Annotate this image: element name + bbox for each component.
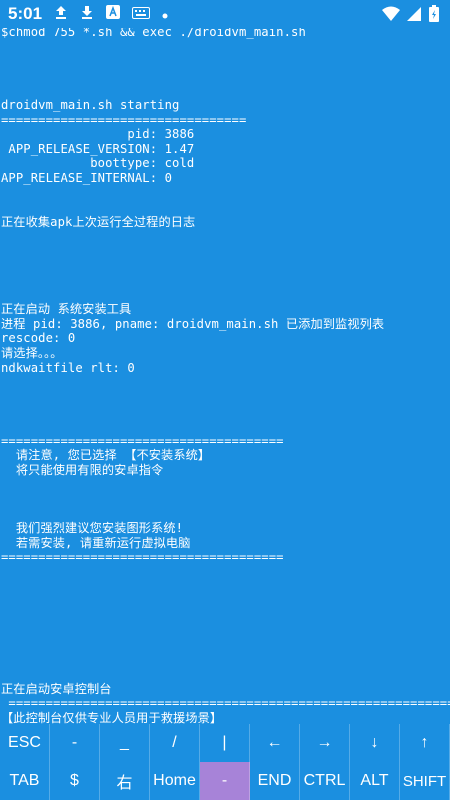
status-right-icons [382, 5, 440, 28]
terminal-line: ========================================… [1, 696, 450, 711]
terminal-line: 我们强烈建议您安装图形系统! [1, 521, 184, 536]
terminal-line: 正在启动安卓控制台 [1, 681, 112, 696]
terminal-line: ================================= [1, 112, 247, 127]
key-home[interactable]: Home [150, 762, 200, 800]
terminal-line: rescode: 0 [1, 331, 76, 346]
wifi-icon [382, 6, 400, 27]
cell-signal-icon [406, 6, 422, 27]
terminal-line: boottype: cold [1, 156, 195, 171]
status-time: 5:01 [8, 4, 43, 23]
key-underscore[interactable]: _ [100, 724, 150, 762]
status-bar: 5:01 [0, 0, 450, 28]
terminal-line: droidvm_main.sh starting [1, 97, 180, 112]
extra-keys-bar: ESC - _ / | ← → ↓ ↑ TAB $ 右 Home - END C… [0, 724, 450, 800]
download-arrow-icon [80, 4, 94, 24]
terminal-line: ndkwaitfile rlt: 0 [1, 360, 135, 375]
terminal-line: 将只能使用有限的安卓指令 [1, 462, 164, 477]
key-right-click[interactable]: 右 [100, 762, 150, 800]
key-minus-active[interactable]: - [200, 762, 250, 800]
key-down-arrow[interactable]: ↓ [350, 724, 400, 762]
key-pipe[interactable]: | [200, 724, 250, 762]
key-up-arrow[interactable]: ↑ [400, 724, 450, 762]
key-ctrl[interactable]: CTRL [300, 762, 350, 800]
battery-icon [428, 5, 440, 28]
terminal-line: 进程 pid: 3886, pname: droidvm_main.sh 已添加… [1, 316, 385, 331]
terminal-line: 正在启动 系统安装工具 [1, 302, 132, 317]
terminal-line: 请注意, 您已选择 【不安装系统】 [1, 448, 211, 463]
terminal-output[interactable]: $chmod 755 *.sh && exec ./droidvm_main.s… [0, 28, 450, 724]
key-tab[interactable]: TAB [0, 762, 50, 800]
key-slash[interactable]: / [150, 724, 200, 762]
terminal-line: 若需安装, 请重新运行虚拟电脑 [1, 535, 191, 550]
key-alt[interactable]: ALT [350, 762, 400, 800]
key-end[interactable]: END [250, 762, 300, 800]
terminal-line: APP_RELEASE_INTERNAL: 0 [1, 170, 173, 185]
key-shift[interactable]: SHIFT [400, 762, 450, 800]
key-left-arrow[interactable]: ← [250, 724, 300, 762]
key-dollar[interactable]: $ [50, 762, 100, 800]
key-right-arrow[interactable]: → [300, 724, 350, 762]
key-esc[interactable]: ESC [0, 724, 50, 762]
terminal-line: 请选择。。。 [1, 346, 63, 361]
terminal-line: $chmod 755 *.sh && exec ./droidvm_main.s… [1, 28, 306, 39]
keyboard-icon [132, 6, 151, 23]
terminal-line: APP_RELEASE_VERSION: 1.47 [1, 141, 195, 156]
terminal-line: 正在收集apk上次运行全过程的日志 [1, 214, 196, 229]
key-dash[interactable]: - [50, 724, 100, 762]
terminal-line: ====================================== [1, 433, 284, 448]
terminal-line: ====================================== [1, 550, 284, 565]
terminal-text: $chmod 755 *.sh && exec ./droidvm_main.s… [1, 28, 450, 724]
a-badge-icon [106, 5, 121, 23]
terminal-line: pid: 3886 [1, 127, 195, 142]
dot-icon [162, 6, 168, 23]
terminal-line: 【此控制台仅供专业人员用于救援场景】 [1, 710, 223, 724]
upload-arrow-icon [54, 4, 68, 24]
